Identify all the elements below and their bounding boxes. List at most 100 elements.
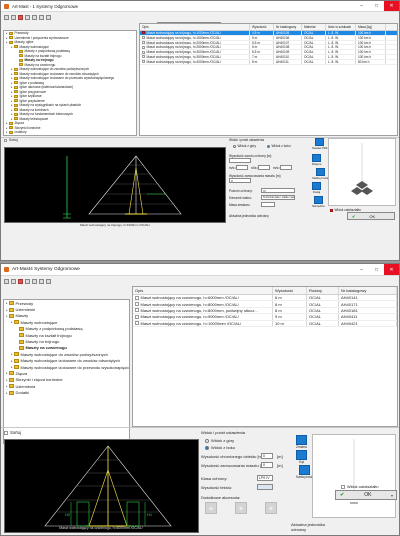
pdf-button[interactable]: Nastaw PDF — [312, 138, 328, 150]
row-checkbox[interactable] — [142, 55, 145, 59]
delete-icon[interactable] — [18, 278, 23, 284]
tree-item-label: Przewody — [15, 300, 34, 306]
maximize-button[interactable]: □ — [369, 1, 384, 11]
product-grid[interactable]: Opis Wysokość Rodzaj Nr katalogowy Maszt wol… — [132, 286, 398, 427]
field-input-1[interactable] — [236, 165, 248, 170]
settings-icon[interactable] — [39, 14, 44, 20]
category-tree[interactable]: ▸ Przewody ▸ Uziemienie i połączenia wyrówn… — [3, 30, 137, 136]
print-icon[interactable] — [32, 278, 37, 284]
new-icon[interactable] — [4, 278, 9, 284]
row-checkbox[interactable] — [142, 60, 145, 64]
close-button[interactable]: ✕ — [384, 1, 399, 11]
column-header[interactable]: Masa [kg] — [356, 24, 386, 30]
tree-item[interactable]: ▸ Maszty wolnostojące izolowane do zwodów… — [4, 358, 129, 364]
scale-label: Wysokość tekstu: — [201, 485, 233, 490]
scale-select[interactable] — [257, 484, 273, 490]
column-header[interactable]: Rodzaj — [307, 287, 339, 294]
table-cell: 8 m — [273, 307, 307, 314]
new-icon[interactable] — [4, 14, 9, 20]
tree-item[interactable]: ▸Dodatki — [4, 135, 136, 136]
help-icon[interactable] — [46, 278, 51, 284]
row-checkbox[interactable] — [135, 295, 139, 300]
minimize-button[interactable]: – — [354, 1, 369, 11]
print-icon[interactable] — [32, 14, 37, 20]
row-checkbox[interactable] — [135, 308, 139, 313]
add-button[interactable]: Dodaj — [312, 182, 321, 194]
open-icon[interactable] — [11, 278, 16, 284]
column-header[interactable]: Materiał — [302, 24, 326, 30]
protected-height-input[interactable]: 0 — [261, 453, 273, 459]
mount-height-input[interactable]: 0 — [261, 462, 273, 468]
sort-check[interactable] — [4, 430, 8, 435]
maximize-button[interactable]: □ — [369, 264, 384, 275]
folder-icon — [19, 54, 23, 58]
column-header[interactable]: Opis — [140, 24, 250, 30]
angle-button[interactable]: Kąt — [296, 450, 307, 464]
save-icon[interactable] — [25, 278, 30, 284]
row-checkbox[interactable] — [142, 45, 145, 49]
class-select[interactable]: IV — [261, 188, 295, 193]
column-header[interactable]: Wysokość — [250, 24, 274, 30]
add-accessory-button-3[interactable]: + — [265, 502, 277, 514]
settings-icon[interactable] — [39, 278, 44, 284]
grid-button[interactable]: Siatka prosta — [312, 168, 328, 180]
close-button[interactable]: ✕ — [384, 264, 399, 275]
view-top-radio[interactable]: Widok z góry — [205, 438, 234, 443]
row-checkbox[interactable] — [135, 302, 139, 307]
field-input-3[interactable] — [280, 165, 292, 170]
tools-button[interactable]: Narzędzia — [312, 196, 325, 208]
view-top-radio[interactable]: Widok z góry — [233, 144, 256, 148]
mount-height-label: Wysokość zamocowania masztu [m]: — [201, 463, 267, 468]
help-icon[interactable] — [46, 14, 51, 20]
delete-icon[interactable] — [18, 14, 23, 20]
change-button[interactable]: Zmiana — [296, 435, 307, 449]
mount-height-input[interactable]: 0 — [229, 178, 251, 183]
table-cell: AH40109 — [274, 50, 302, 54]
row-checkbox[interactable] — [142, 50, 145, 54]
ok-button[interactable]: ✔ OK — [347, 212, 395, 220]
open-icon[interactable] — [11, 14, 16, 20]
protected-height-input[interactable] — [229, 158, 251, 163]
show-all-checkbox[interactable]: Widok całokształtu — [341, 485, 378, 489]
view-side-radio[interactable]: Widok z boku — [267, 144, 291, 148]
row-checkbox[interactable] — [135, 321, 139, 326]
row-checkbox[interactable] — [142, 36, 145, 40]
tree-item[interactable]: ▸Dodatki — [4, 389, 129, 395]
protected-height-label: Wysokość chronionego obiektu [m]: — [201, 454, 265, 459]
cell-text: L. 8. W. — [328, 35, 339, 40]
mass-input[interactable] — [261, 202, 275, 207]
ok-button[interactable]: ✔ OK ▾ — [335, 490, 397, 500]
save-icon[interactable] — [25, 14, 30, 20]
column-header[interactable]: Wysokość — [273, 287, 307, 294]
product-grid[interactable]: Opis Wysokość Nr katalogowy Materiał Ilość w… — [139, 23, 398, 136]
cell-text: 8 m — [252, 59, 258, 64]
table-cell: OC/AL — [302, 31, 326, 35]
guy-select[interactable]: Technical data / stable mass — [261, 195, 295, 200]
place-button[interactable]: Miejsce — [312, 154, 321, 166]
card-button[interactable]: Karta prosta — [296, 465, 313, 479]
category-tree[interactable]: ▸ Przewody ▸ Uziemienie ▸ Maszty ▸ Maszty wolno… — [3, 299, 130, 444]
row-checkbox[interactable] — [135, 314, 139, 319]
preview-canvas — [4, 147, 226, 223]
row-checkbox[interactable] — [142, 31, 145, 35]
column-header[interactable]: Opis — [133, 287, 273, 294]
chevron-down-icon[interactable]: ▾ — [391, 493, 393, 498]
column-header[interactable]: Nr katalogowy — [274, 24, 302, 30]
row-checkbox[interactable] — [142, 40, 145, 44]
tree-item[interactable]: ▸ Maszty wolnostojące izolowane do przewo… — [4, 364, 129, 370]
field-input-2[interactable] — [258, 165, 270, 170]
sort-check[interactable] — [4, 138, 7, 142]
table-cell: Maszt wolnostojący na trójnogu, h=1500mm… — [140, 35, 250, 40]
column-header[interactable]: Ilość w sztukach — [326, 24, 356, 30]
add-accessory-button[interactable]: + — [205, 502, 217, 514]
class-select[interactable]: LPS IV — [257, 475, 273, 481]
table-row[interactable]: Maszt wolnostojący na trójnogu, h=4000mm… — [140, 59, 397, 65]
tree-item-label: Maszty wolnostojące izolowane do przewod… — [20, 364, 130, 370]
add-accessory-button-2[interactable]: + — [235, 502, 247, 514]
sort-checkbox[interactable]: Sortuj — [4, 430, 21, 435]
view-side-radio[interactable]: Widok z boku — [205, 445, 235, 450]
minimize-button[interactable]: – — [354, 264, 369, 275]
sort-checkbox[interactable]: Sortuj — [4, 138, 18, 142]
column-header[interactable]: Nr katalogowy — [339, 287, 397, 294]
table-row[interactable]: Maszt wolnostojący na czwórnogu, h=10000… — [133, 320, 397, 327]
